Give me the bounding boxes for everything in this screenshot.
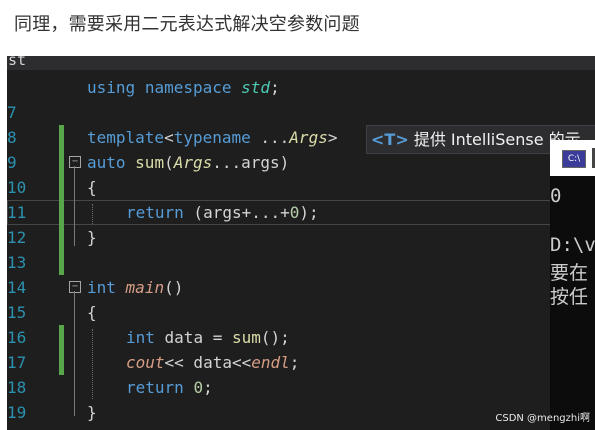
code-editor[interactable]: st 7 using namespace std; 8 9 template<t… (7, 56, 595, 430)
punctuation (184, 378, 194, 397)
brace: { (87, 178, 97, 197)
punctuation: > (327, 128, 338, 147)
function-name: sum (135, 153, 165, 172)
function-name: main (125, 278, 165, 297)
punctuation: ... (250, 128, 290, 147)
punctuation: () (164, 278, 184, 297)
code-line[interactable]: 7 using namespace std; (7, 75, 595, 122)
console-window[interactable]: C:\ 0 D:\v 要在 按任 (550, 140, 595, 430)
code-line[interactable]: 18 cout<< data<<endl; (7, 350, 595, 397)
change-marker (59, 225, 64, 250)
collapse-icon[interactable]: − (69, 281, 81, 293)
code-line[interactable]: 17 int data = sum(); (7, 325, 595, 372)
code-line[interactable]: 15 − int main() (7, 275, 595, 322)
punctuation: ); (299, 203, 319, 222)
console-title-bar[interactable]: C:\ (550, 140, 595, 176)
line-code: template<typename ...Args> (87, 125, 337, 150)
console-icon: C:\ (562, 150, 586, 168)
code-line[interactable]: 16 { (7, 300, 595, 347)
line-code: { (87, 175, 97, 200)
identifier: cout (126, 353, 165, 372)
console-output-line: 要在 (550, 262, 589, 284)
line-code: using namespace std; (87, 75, 280, 100)
scope-guide (74, 166, 75, 246)
code-line[interactable]: 19 return 0; (7, 375, 595, 422)
keyword: int (126, 328, 155, 347)
number-literal: 0 (289, 203, 300, 222)
change-marker (59, 200, 64, 225)
code-line[interactable]: 13 } (7, 225, 595, 272)
line-code: cout<< data<<endl; (126, 350, 299, 375)
brace: { (87, 303, 97, 322)
code-line[interactable]: 8 (7, 100, 595, 147)
editor-tab-strip[interactable]: st (7, 56, 595, 70)
change-marker (59, 325, 64, 350)
line-code: int data = sum(); (126, 325, 290, 350)
line-code: } (87, 225, 97, 250)
namespace-name: std (241, 78, 271, 97)
punctuation: ; (270, 78, 280, 97)
line-code: int main() (87, 275, 183, 300)
keyword: namespace (144, 78, 232, 97)
type-name: Args (173, 153, 213, 172)
keyword: auto (87, 153, 126, 172)
keyword: int (87, 278, 116, 297)
keyword: template (87, 128, 165, 147)
punctuation: < (164, 128, 174, 147)
caption-text: 同理，需要采用二元表达式解决空参数问题 (14, 14, 360, 35)
brace: } (87, 228, 97, 247)
punctuation: ; (203, 378, 213, 397)
line-code: return (args+...+0); (126, 200, 319, 225)
type-name: Args (289, 128, 328, 147)
console-output-line: D:\v (550, 234, 595, 256)
scope-guide (74, 291, 75, 416)
punctuation: (args+...+ (183, 203, 290, 222)
change-marker (59, 150, 64, 175)
line-code: } (87, 400, 97, 425)
punctuation: << data<< (164, 353, 252, 372)
line-number: 20 (7, 425, 31, 430)
change-marker (59, 350, 64, 375)
watermark-text: CSDN @mengzhi啊 (495, 413, 590, 424)
number-literal: 0 (193, 378, 204, 397)
keyword: return (126, 378, 184, 397)
punctuation: ( (164, 153, 174, 172)
line-code: return 0; (126, 375, 213, 400)
file-tab[interactable]: st (8, 56, 26, 69)
code-line[interactable]: 14 (7, 250, 595, 297)
line-code: auto sum(Args...args) (87, 150, 289, 175)
collapse-icon[interactable]: − (69, 156, 81, 168)
line-code: { (87, 300, 97, 325)
indent-guide (92, 204, 93, 224)
code-line[interactable]: 11 { (7, 175, 595, 222)
template-icon: <T> (371, 130, 409, 149)
brace: } (87, 403, 97, 422)
punctuation: data = (154, 328, 232, 347)
function-name: sum (231, 328, 261, 347)
code-line-current[interactable]: 12 return (args+...+0); (7, 200, 595, 247)
identifier: endl (251, 353, 290, 372)
change-marker (59, 250, 64, 275)
console-output-line: 0 (550, 185, 562, 207)
punctuation: ; (289, 353, 300, 372)
punctuation: (); (260, 328, 290, 347)
indent-guide (92, 329, 93, 399)
keyword: typename (173, 128, 251, 147)
keyword: return (126, 203, 184, 222)
console-output-line: 按任 (550, 286, 589, 308)
keyword: using (87, 78, 136, 97)
change-marker (59, 175, 64, 200)
punctuation: ...args) (212, 153, 290, 172)
change-marker (59, 125, 64, 150)
